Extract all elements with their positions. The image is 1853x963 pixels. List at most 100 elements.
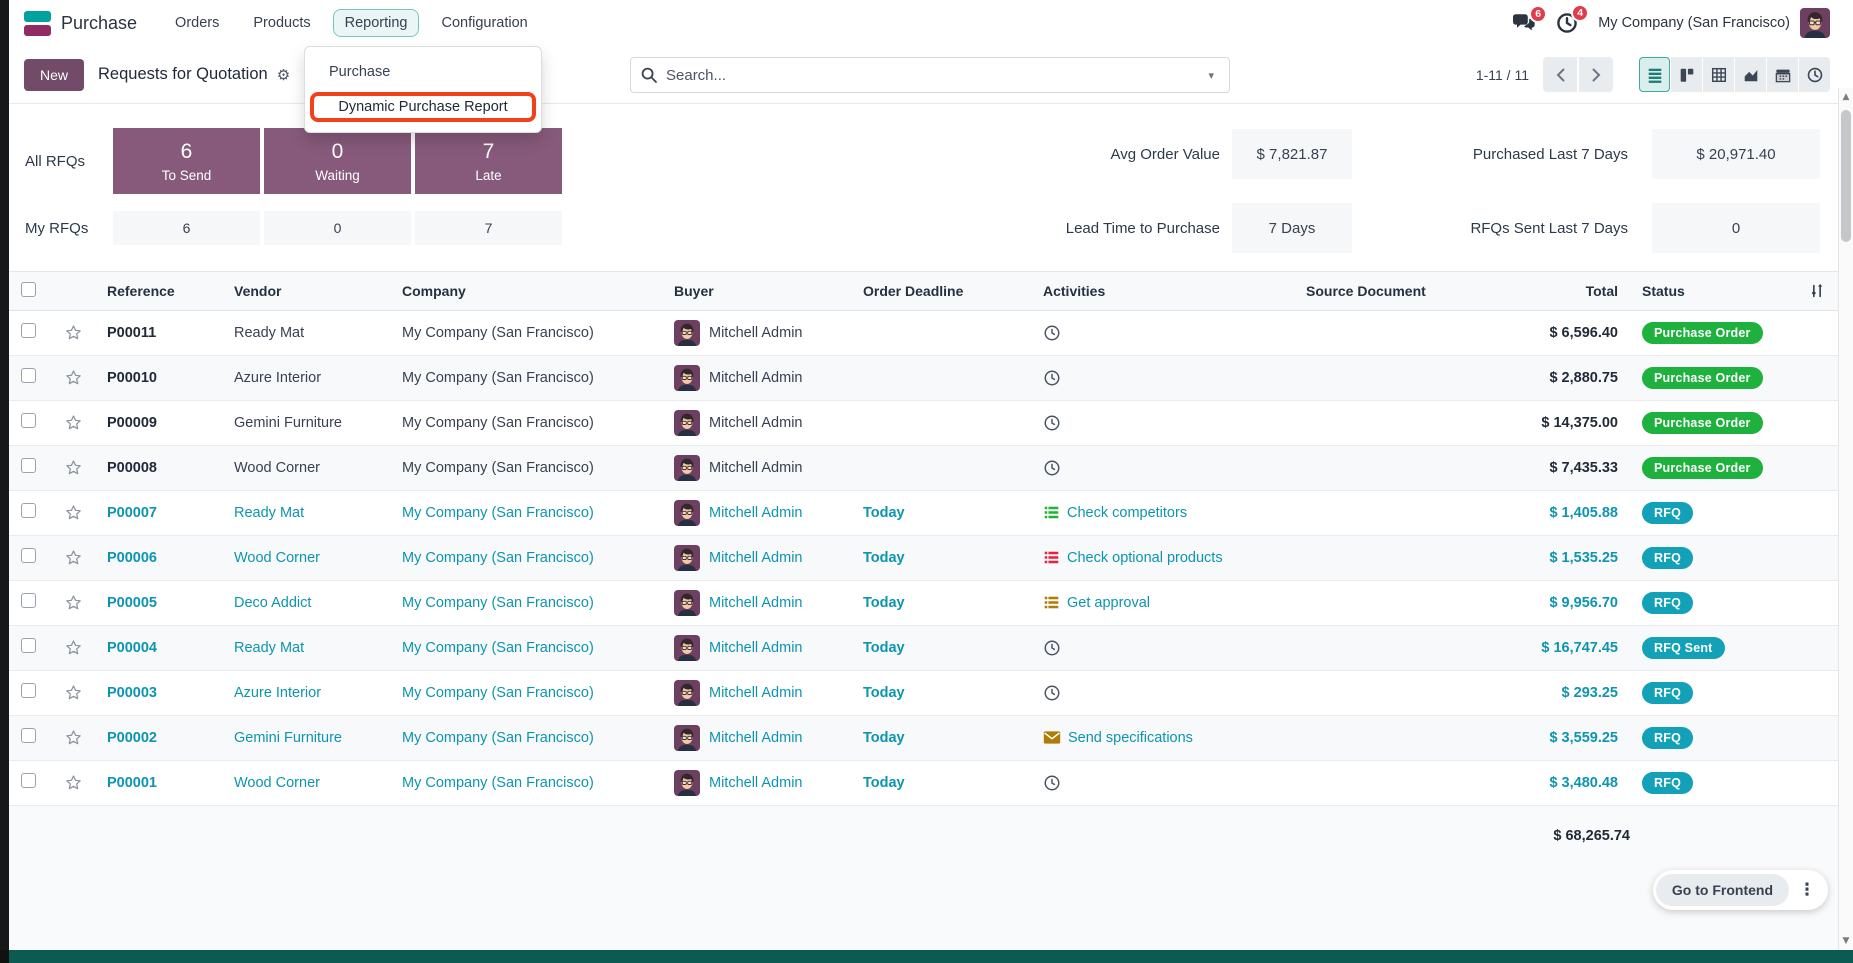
rfq-reference[interactable]: P00004 bbox=[107, 640, 157, 656]
new-button[interactable]: New bbox=[24, 59, 84, 91]
activity-clock-icon[interactable] bbox=[1043, 414, 1061, 432]
app-title[interactable]: Purchase bbox=[61, 13, 137, 34]
my-stat-to-send[interactable]: 6 bbox=[113, 211, 260, 245]
header-total[interactable]: Total bbox=[1450, 272, 1630, 310]
row-checkbox[interactable] bbox=[21, 413, 36, 428]
star-icon[interactable] bbox=[65, 369, 83, 386]
menu-products[interactable]: Products bbox=[241, 9, 322, 37]
dropdown-item-dynamic-purchase-report[interactable]: Dynamic Purchase Report bbox=[338, 99, 507, 115]
scroll-down-icon[interactable]: ▼ bbox=[1839, 936, 1853, 946]
calendar-view-button[interactable] bbox=[1767, 57, 1798, 92]
activity-label[interactable]: Check optional products bbox=[1067, 550, 1223, 566]
table-row[interactable]: P00001 Wood Corner My Company (San Franc… bbox=[9, 760, 1838, 805]
pager-next-button[interactable] bbox=[1579, 57, 1613, 92]
search-bar[interactable]: Search... ▾ bbox=[630, 57, 1230, 93]
activity-clock-icon[interactable] bbox=[1043, 324, 1061, 342]
go-to-frontend-button[interactable]: Go to Frontend bbox=[1656, 874, 1789, 906]
activity-clock-icon[interactable] bbox=[1043, 639, 1061, 657]
star-icon[interactable] bbox=[65, 549, 83, 566]
rfq-reference[interactable]: P00009 bbox=[107, 415, 157, 431]
table-row[interactable]: P00002 Gemini Furniture My Company (San … bbox=[9, 715, 1838, 760]
table-row[interactable]: P00004 Ready Mat My Company (San Francis… bbox=[9, 625, 1838, 670]
star-icon[interactable] bbox=[65, 459, 83, 476]
table-row[interactable]: P00005 Deco Addict My Company (San Franc… bbox=[9, 580, 1838, 625]
activity-clock-icon[interactable] bbox=[1043, 684, 1061, 702]
activity-list-icon[interactable] bbox=[1043, 549, 1060, 566]
rfq-reference[interactable]: P00007 bbox=[107, 505, 157, 521]
kanban-view-button[interactable] bbox=[1671, 57, 1702, 92]
dropdown-item-purchase[interactable]: Purchase bbox=[305, 55, 541, 89]
table-row[interactable]: P00007 Ready Mat My Company (San Francis… bbox=[9, 490, 1838, 535]
row-checkbox[interactable] bbox=[21, 773, 36, 788]
user-avatar[interactable] bbox=[1800, 8, 1830, 38]
star-icon[interactable] bbox=[65, 684, 83, 701]
user-menu[interactable]: My Company (San Francisco) bbox=[1598, 8, 1830, 38]
stat-to-send[interactable]: 6 To Send bbox=[113, 128, 260, 194]
table-row[interactable]: P00009 Gemini Furniture My Company (San … bbox=[9, 400, 1838, 445]
pager-previous-button[interactable] bbox=[1543, 57, 1577, 92]
app-switcher[interactable]: Purchase bbox=[24, 10, 163, 37]
star-icon[interactable] bbox=[65, 324, 83, 341]
activity-clock-icon[interactable] bbox=[1043, 459, 1061, 477]
row-checkbox[interactable] bbox=[21, 458, 36, 473]
rfq-reference[interactable]: P00006 bbox=[107, 550, 157, 566]
rfq-reference[interactable]: P00003 bbox=[107, 685, 157, 701]
rfq-reference[interactable]: P00010 bbox=[107, 370, 157, 386]
menu-reporting[interactable]: Reporting bbox=[333, 9, 420, 37]
table-row[interactable]: P00006 Wood Corner My Company (San Franc… bbox=[9, 535, 1838, 580]
graph-view-button[interactable] bbox=[1735, 57, 1766, 92]
kebab-menu-icon[interactable]: ⋮ bbox=[1789, 880, 1825, 900]
select-all-checkbox[interactable] bbox=[21, 282, 36, 297]
star-icon[interactable] bbox=[65, 774, 83, 791]
header-status[interactable]: Status bbox=[1630, 272, 1775, 310]
stat-waiting[interactable]: 0 Waiting bbox=[264, 128, 411, 194]
view-settings-gear-icon[interactable]: ⚙ bbox=[277, 66, 290, 84]
row-checkbox[interactable] bbox=[21, 368, 36, 383]
header-activities[interactable]: Activities bbox=[1031, 272, 1294, 310]
header-order-deadline[interactable]: Order Deadline bbox=[851, 272, 1031, 310]
messages-button[interactable]: 6 bbox=[1513, 13, 1536, 33]
star-icon[interactable] bbox=[65, 504, 83, 521]
rfq-reference[interactable]: P00001 bbox=[107, 775, 157, 791]
scroll-up-icon[interactable]: ▲ bbox=[1839, 92, 1853, 102]
pivot-view-button[interactable] bbox=[1703, 57, 1734, 92]
header-vendor[interactable]: Vendor bbox=[222, 272, 390, 310]
rfq-reference[interactable]: P00002 bbox=[107, 730, 157, 746]
row-checkbox[interactable] bbox=[21, 593, 36, 608]
menu-configuration[interactable]: Configuration bbox=[429, 9, 539, 37]
star-icon[interactable] bbox=[65, 639, 83, 656]
activity-clock-icon[interactable] bbox=[1043, 774, 1061, 792]
header-source-document[interactable]: Source Document bbox=[1294, 272, 1450, 310]
rfq-reference[interactable]: P00005 bbox=[107, 595, 157, 611]
activity-clock-icon[interactable] bbox=[1043, 369, 1061, 387]
adjust-columns-icon[interactable] bbox=[1808, 282, 1826, 300]
list-view-button[interactable] bbox=[1639, 57, 1670, 92]
activity-label[interactable]: Check competitors bbox=[1067, 505, 1187, 521]
vertical-scrollbar[interactable]: ▲ ▼ bbox=[1838, 88, 1853, 950]
row-checkbox[interactable] bbox=[21, 323, 36, 338]
header-buyer[interactable]: Buyer bbox=[662, 272, 851, 310]
rfq-reference[interactable]: P00008 bbox=[107, 460, 157, 476]
header-reference[interactable]: Reference bbox=[95, 272, 222, 310]
my-stat-waiting[interactable]: 0 bbox=[264, 211, 411, 245]
star-icon[interactable] bbox=[65, 729, 83, 746]
row-checkbox[interactable] bbox=[21, 503, 36, 518]
stat-late[interactable]: 7 Late bbox=[415, 128, 562, 194]
row-checkbox[interactable] bbox=[21, 728, 36, 743]
table-row[interactable]: P00010 Azure Interior My Company (San Fr… bbox=[9, 355, 1838, 400]
search-dropdown-caret-icon[interactable]: ▾ bbox=[1203, 69, 1219, 82]
activities-button[interactable]: 4 bbox=[1556, 12, 1578, 34]
row-checkbox[interactable] bbox=[21, 638, 36, 653]
activity-view-button[interactable] bbox=[1799, 57, 1830, 92]
row-checkbox[interactable] bbox=[21, 683, 36, 698]
activity-envelope-icon[interactable] bbox=[1043, 730, 1061, 745]
menu-orders[interactable]: Orders bbox=[163, 9, 231, 37]
table-row[interactable]: P00011 Ready Mat My Company (San Francis… bbox=[9, 310, 1838, 355]
star-icon[interactable] bbox=[65, 594, 83, 611]
activity-label[interactable]: Get approval bbox=[1067, 595, 1150, 611]
activity-list-icon[interactable] bbox=[1043, 594, 1060, 611]
header-company[interactable]: Company bbox=[390, 272, 662, 310]
row-checkbox[interactable] bbox=[21, 548, 36, 563]
rfq-reference[interactable]: P00011 bbox=[107, 325, 156, 341]
my-stat-late[interactable]: 7 bbox=[415, 211, 562, 245]
